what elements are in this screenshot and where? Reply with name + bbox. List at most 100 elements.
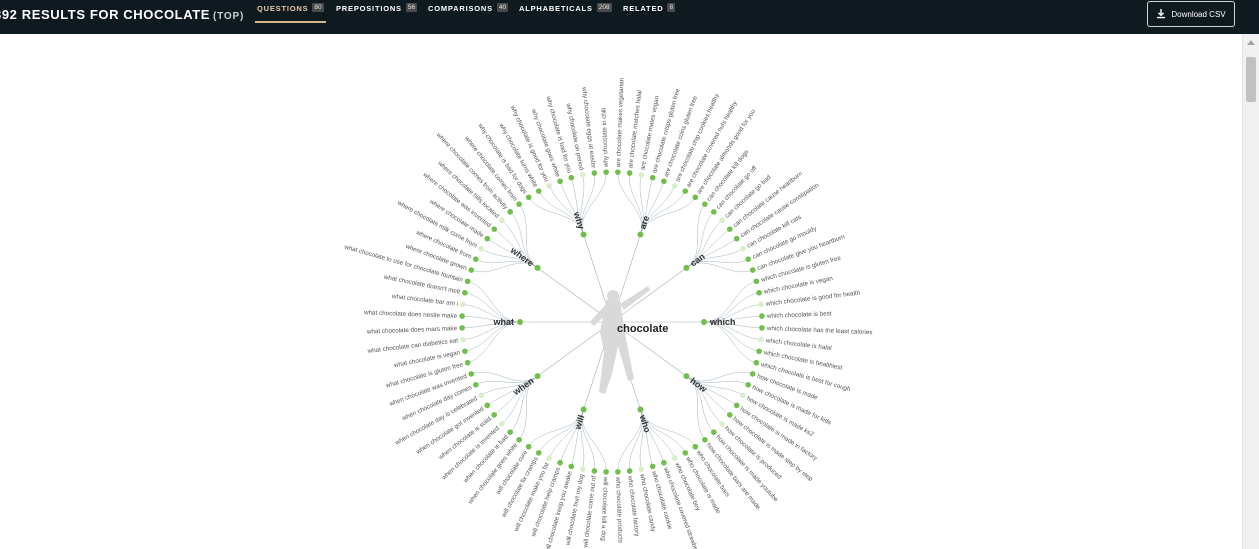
- leaf-node[interactable]: [484, 402, 491, 409]
- scroll-up-arrow-icon[interactable]: [1247, 40, 1255, 45]
- download-csv-button[interactable]: Download CSV: [1147, 1, 1235, 27]
- leaf-node[interactable]: [615, 169, 621, 175]
- leaf-node[interactable]: [460, 336, 466, 343]
- leaf-node[interactable]: [756, 289, 762, 296]
- branch-node[interactable]: [701, 319, 707, 325]
- branch-node[interactable]: [580, 406, 587, 413]
- leaf-label[interactable]: which chocolate is best: [766, 310, 832, 320]
- leaf-node[interactable]: [462, 348, 468, 355]
- scrollbar-thumb[interactable]: [1246, 57, 1256, 102]
- leaf-label[interactable]: will chocolate kill a dog: [599, 476, 609, 542]
- leaf-label[interactable]: what chocolate does mars make: [366, 325, 458, 336]
- leaf-node[interactable]: [702, 436, 708, 443]
- leaf-node[interactable]: [682, 450, 689, 456]
- leaf-node[interactable]: [702, 201, 708, 208]
- leaf-node[interactable]: [671, 455, 678, 462]
- leaf-node[interactable]: [591, 170, 598, 176]
- leaf-node[interactable]: [758, 336, 764, 343]
- leaf-node[interactable]: [499, 421, 505, 427]
- tab-related[interactable]: RELATED 8: [623, 0, 676, 34]
- branch-node[interactable]: [637, 406, 644, 413]
- leaf-node[interactable]: [745, 381, 752, 388]
- leaf-node[interactable]: [468, 371, 475, 377]
- leaf-node[interactable]: [719, 217, 725, 223]
- leaf-node[interactable]: [759, 313, 765, 319]
- branch-node[interactable]: [683, 373, 690, 380]
- leaf-label[interactable]: what chocolate does nestle make: [363, 309, 458, 320]
- branch-node[interactable]: [517, 319, 523, 325]
- leaf-node[interactable]: [733, 235, 740, 242]
- leaf-node[interactable]: [459, 325, 465, 331]
- leaf-node[interactable]: [468, 267, 475, 273]
- branch-node[interactable]: [637, 231, 644, 238]
- leaf-node[interactable]: [525, 194, 532, 201]
- leaf-node[interactable]: [546, 455, 553, 462]
- leaf-node[interactable]: [464, 359, 471, 366]
- leaf-node[interactable]: [472, 256, 479, 263]
- leaf-node[interactable]: [649, 174, 656, 181]
- leaf-node[interactable]: [603, 469, 609, 475]
- leaf-node[interactable]: [740, 392, 746, 399]
- leaf-node[interactable]: [759, 325, 765, 331]
- leaf-node[interactable]: [557, 178, 563, 185]
- leaf-node[interactable]: [661, 459, 667, 466]
- leaf-node[interactable]: [491, 226, 498, 232]
- leaf-node[interactable]: [516, 436, 522, 443]
- leaf-label[interactable]: will chocolate come out of: [582, 475, 598, 549]
- leaf-node[interactable]: [535, 188, 542, 194]
- leaf-node[interactable]: [692, 443, 699, 450]
- leaf-node[interactable]: [758, 301, 764, 308]
- leaf-node[interactable]: [615, 469, 621, 475]
- tab-alphabeticals[interactable]: ALPHABETICALS 208: [519, 0, 612, 34]
- leaf-node[interactable]: [756, 348, 762, 355]
- branch-node[interactable]: [580, 231, 587, 238]
- branch-node[interactable]: [534, 373, 541, 380]
- leaf-node[interactable]: [753, 359, 760, 366]
- leaf-node[interactable]: [464, 278, 471, 285]
- vertical-scrollbar[interactable]: [1242, 34, 1259, 549]
- leaf-node[interactable]: [525, 443, 532, 450]
- leaf-node[interactable]: [535, 450, 542, 456]
- tab-questions[interactable]: QUESTIONS 80: [255, 0, 326, 34]
- leaf-node[interactable]: [491, 412, 498, 418]
- leaf-label[interactable]: which chocolate has the least calories: [766, 325, 873, 336]
- leaf-node[interactable]: [557, 459, 563, 466]
- leaf-node[interactable]: [546, 182, 553, 189]
- leaf-node[interactable]: [626, 468, 633, 474]
- leaf-node[interactable]: [484, 235, 491, 242]
- tab-comparisons[interactable]: COMPARISONS 40: [428, 0, 509, 34]
- leaf-node[interactable]: [682, 188, 689, 194]
- leaf-node[interactable]: [749, 371, 756, 377]
- leaf-node[interactable]: [462, 289, 468, 296]
- leaf-label[interactable]: who chocolate products: [614, 476, 624, 543]
- leaf-node[interactable]: [671, 182, 678, 189]
- leaf-node[interactable]: [649, 463, 656, 470]
- leaf-node[interactable]: [692, 194, 699, 201]
- leaf-node[interactable]: [478, 392, 484, 399]
- leaf-label[interactable]: are chocolate makes vegetarian: [615, 77, 626, 167]
- leaf-node[interactable]: [603, 169, 609, 175]
- leaf-node[interactable]: [749, 267, 756, 273]
- leaf-node[interactable]: [711, 209, 717, 215]
- leaf-node[interactable]: [591, 468, 598, 474]
- leaf-node[interactable]: [516, 201, 522, 208]
- leaf-node[interactable]: [638, 172, 645, 178]
- leaf-node[interactable]: [745, 256, 752, 263]
- leaf-node[interactable]: [499, 217, 505, 223]
- tab-prepositions[interactable]: PREPOSITIONS 56: [336, 0, 418, 34]
- leaf-label[interactable]: which chocolate is halal: [764, 337, 832, 352]
- leaf-label[interactable]: what chocolate bar am i: [391, 293, 459, 308]
- leaf-node[interactable]: [626, 170, 633, 176]
- leaf-node[interactable]: [733, 402, 740, 409]
- leaf-node[interactable]: [507, 429, 513, 435]
- leaf-node[interactable]: [740, 245, 746, 252]
- leaf-node[interactable]: [579, 172, 586, 178]
- leaf-node[interactable]: [726, 226, 733, 232]
- leaf-node[interactable]: [579, 466, 586, 472]
- leaf-node[interactable]: [478, 245, 484, 252]
- leaf-node[interactable]: [459, 313, 465, 319]
- leaf-node[interactable]: [568, 463, 575, 470]
- leaf-label[interactable]: why chocolate in chili: [601, 108, 610, 168]
- leaf-node[interactable]: [472, 381, 479, 388]
- leaf-node[interactable]: [719, 421, 725, 427]
